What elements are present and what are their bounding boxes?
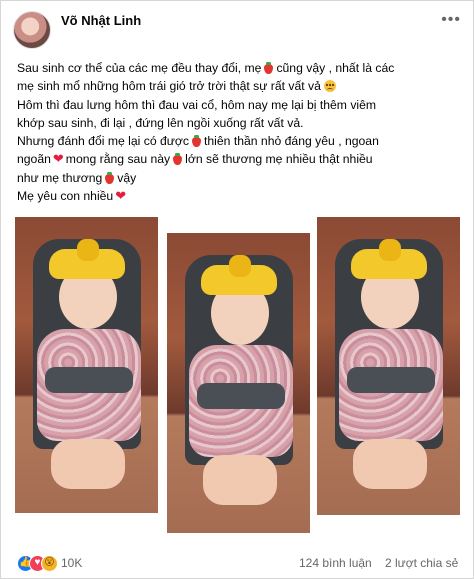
heart-icon: ❤: [52, 151, 64, 167]
text-segment: Nhưng đánh đổi mẹ lại có được: [17, 134, 190, 149]
text-line: như mẹ thương vậy: [17, 169, 465, 187]
text-segment: cũng vậy , nhất là các: [276, 61, 395, 75]
facebook-post: Võ Nhật Linh ••• Sau sinh cơ thể của các…: [0, 0, 474, 579]
more-horizontal-icon[interactable]: •••: [441, 11, 461, 29]
share-count[interactable]: 2 lượt chia sẻ: [385, 556, 458, 570]
heart-icon: ❤: [115, 188, 127, 204]
author-name[interactable]: Võ Nhật Linh: [61, 13, 141, 28]
wow-icon: 😮: [41, 555, 58, 572]
text-segment: vậy: [117, 170, 137, 185]
post-footer: 👍 ♥ 😮 10K 124 bình luận 2 lượt chia sẻ: [13, 553, 465, 575]
text-line: mẹ sinh mổ những hôm trái gió trở trời t…: [17, 77, 465, 95]
sad-face-icon: [323, 80, 336, 93]
text-line: Nhưng đánh đổi mẹ lại có được thiên thần …: [17, 132, 465, 150]
avatar[interactable]: [13, 11, 51, 49]
photo-grid: [15, 215, 461, 533]
photo-1[interactable]: [15, 217, 158, 513]
text-segment: mẹ sinh mổ những hôm trái gió trở trời t…: [17, 79, 321, 94]
text-segment: Sau sinh cơ thể của các mẹ đều thay đổi,…: [17, 61, 262, 75]
text-line: Mẹ yêu con nhiều ❤: [17, 187, 465, 205]
text-segment: thiên thần nhỏ đáng yêu , ngoan: [204, 134, 379, 149]
comment-count[interactable]: 124 bình luận: [299, 556, 372, 570]
text-segment: Mẹ yêu con nhiều: [17, 189, 114, 204]
photo-2[interactable]: [167, 233, 310, 533]
strawberry-icon: [263, 62, 274, 74]
text-line: Hôm thì đau lưng hôm thì đau vai cổ, hôm…: [17, 96, 465, 114]
text-segment: lớn sẽ thương mẹ nhiều thật nhiều: [185, 152, 373, 167]
text-line: khớp sau sinh, đi lại , đứng lên ngồi xu…: [17, 114, 465, 132]
photo-3[interactable]: [317, 217, 460, 515]
text-segment: như mẹ thương: [17, 170, 103, 185]
text-line: Sau sinh cơ thể của các mẹ đều thay đổi,…: [17, 59, 465, 77]
post-text: Sau sinh cơ thể của các mẹ đều thay đổi,…: [17, 59, 465, 205]
post-header: Võ Nhật Linh •••: [13, 11, 463, 51]
text-segment: Hôm thì đau lưng hôm thì đau vai cổ, hôm…: [17, 97, 377, 112]
text-segment: ngoãn: [17, 152, 51, 167]
text-segment: khớp sau sinh, đi lại , đứng lên ngồi xu…: [17, 115, 304, 130]
strawberry-icon: [104, 171, 115, 184]
strawberry-icon: [172, 153, 183, 166]
strawberry-icon: [191, 135, 202, 148]
text-line: ngoãn ❤ mong rằng sau này lớn sẽ thương mẹ …: [17, 150, 465, 168]
text-segment: mong rằng sau này: [65, 152, 171, 167]
reaction-count[interactable]: 10K: [61, 556, 82, 570]
